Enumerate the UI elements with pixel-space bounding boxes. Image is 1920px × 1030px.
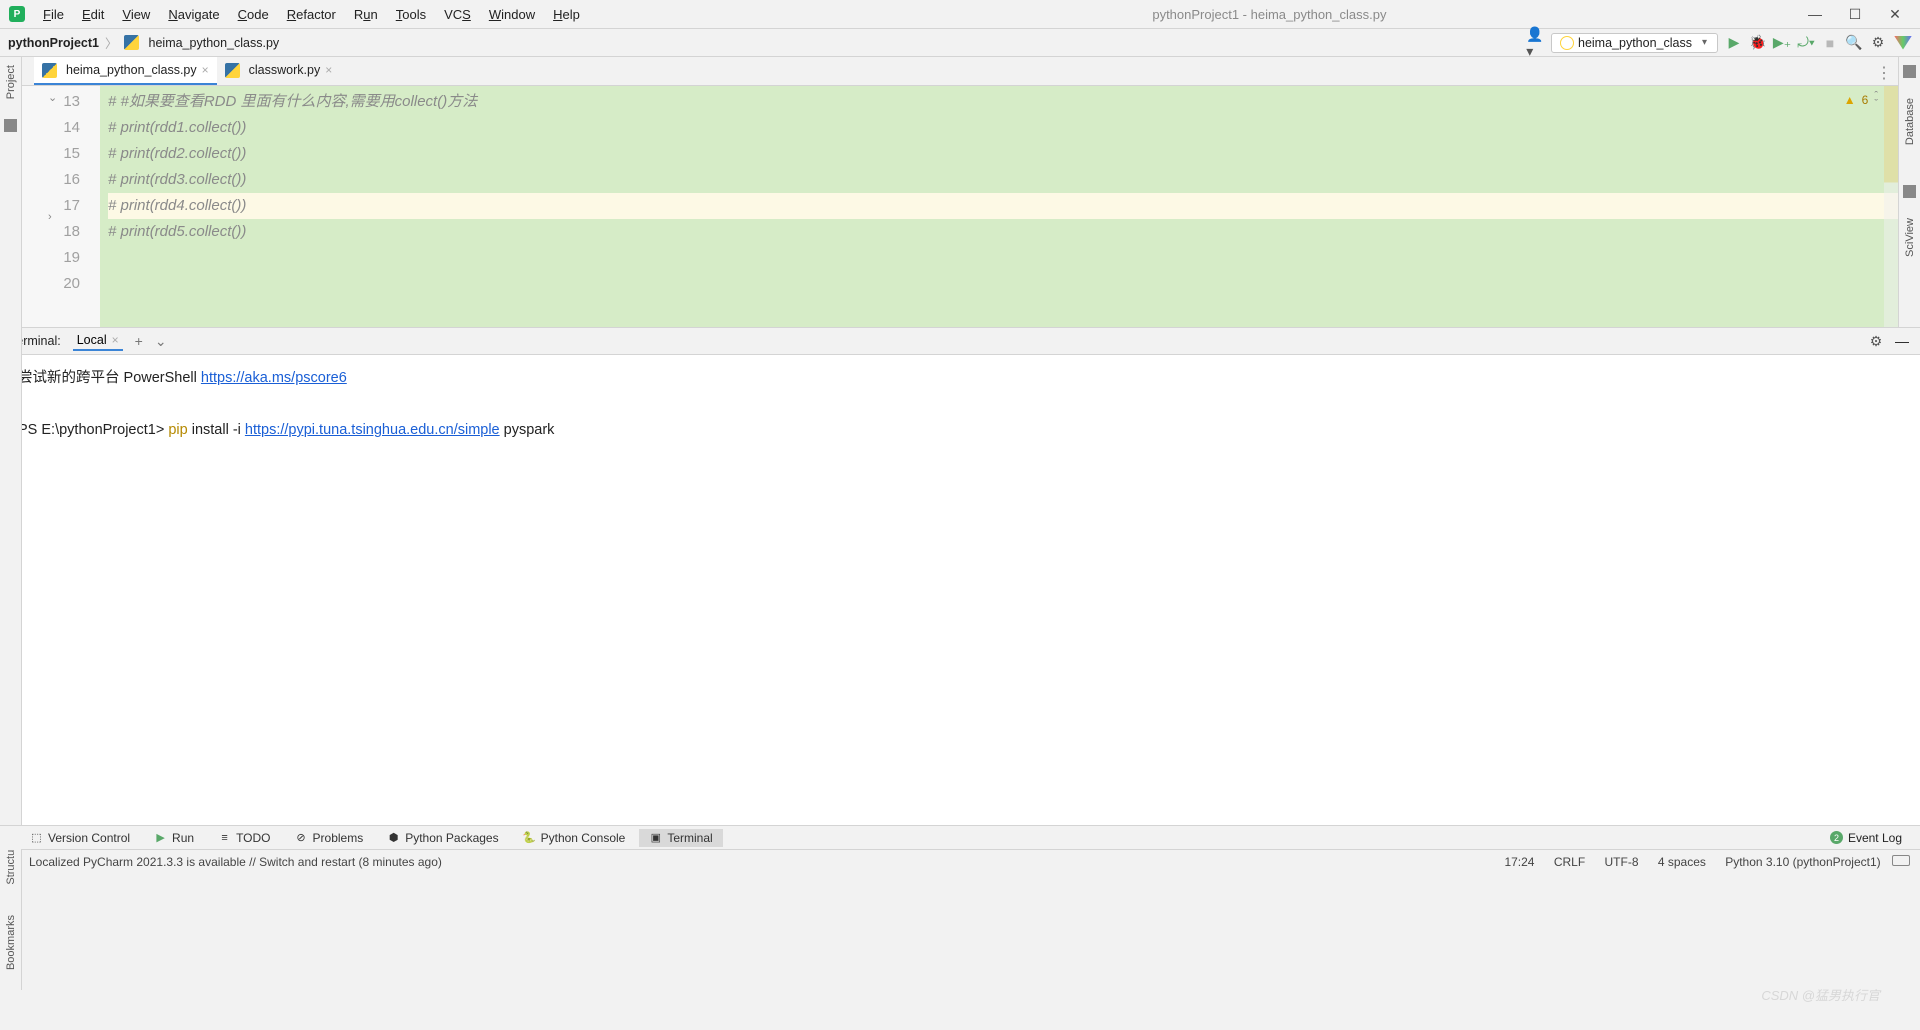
terminal-settings-icon[interactable]: ⚙ <box>1868 333 1884 349</box>
readonly-lock-icon[interactable] <box>1892 855 1910 866</box>
breadcrumb-separator: 〉 <box>105 33 118 52</box>
sciview-tool-tab[interactable]: SciView <box>1904 218 1916 257</box>
menu-file[interactable]: File <box>34 7 73 22</box>
status-interpreter[interactable]: Python 3.10 (pythonProject1) <box>1717 855 1888 869</box>
code-line[interactable]: # print(rdd3.collect()) <box>108 167 1898 193</box>
status-indent[interactable]: 4 spaces <box>1650 855 1714 869</box>
code-line[interactable] <box>108 271 1898 297</box>
terminal-dropdown-icon[interactable]: ⌄ <box>155 333 167 350</box>
tab-event-log[interactable]: 2Event Log <box>1830 831 1902 845</box>
code-line[interactable]: # print(rdd4.collect()) <box>108 193 1898 219</box>
menu-view[interactable]: View <box>113 7 159 22</box>
prev-highlight-icon[interactable]: ˇ <box>1874 100 1878 108</box>
code-editor[interactable]: ⌄ › 1314 1516 1718 1920 # #如果要查看RDD 里面有什… <box>22 86 1898 327</box>
profile-button[interactable]: ⤾▾ <box>1798 35 1814 51</box>
editor-scrollbar[interactable] <box>1884 86 1898 327</box>
close-button[interactable]: ✕ <box>1888 6 1902 23</box>
terminal-output[interactable]: 尝试新的跨平台 PowerShell https://aka.ms/pscore… <box>0 355 1920 825</box>
console-icon: 🐍 <box>523 831 536 844</box>
tab-problems[interactable]: ⊘Problems <box>285 829 374 847</box>
play-icon: ▶ <box>154 831 167 844</box>
new-terminal-icon[interactable]: + <box>135 333 143 349</box>
code-line[interactable] <box>108 245 1898 271</box>
code-line[interactable]: # print(rdd2.collect()) <box>108 141 1898 167</box>
breadcrumb-file[interactable]: heima_python_class.py <box>149 36 280 50</box>
warning-icon: ▲ <box>1844 93 1856 107</box>
fold-chevron-icon[interactable]: › <box>48 211 52 223</box>
pypi-mirror-link[interactable]: https://pypi.tuna.tsinghua.edu.cn/simple <box>245 422 500 438</box>
terminal-icon: ▣ <box>649 831 662 844</box>
close-icon[interactable]: × <box>112 333 119 347</box>
tab-heima[interactable]: heima_python_class.py × <box>34 57 217 85</box>
tab-close-icon[interactable]: × <box>325 63 332 77</box>
watermark: CSDN @猛男执行官 <box>1761 985 1880 1004</box>
status-encoding[interactable]: UTF-8 <box>1597 855 1647 869</box>
packages-icon: ⬢ <box>387 831 400 844</box>
ide-services-icon[interactable] <box>1894 36 1912 50</box>
window-title: pythonProject1 - heima_python_class.py <box>589 7 1790 22</box>
menu-code[interactable]: Code <box>229 7 278 22</box>
breadcrumb-project[interactable]: pythonProject1 <box>8 36 99 50</box>
code-line[interactable]: # print(rdd5.collect()) <box>108 219 1898 245</box>
coverage-button[interactable]: ▶₊ <box>1774 35 1790 51</box>
app-icon: P <box>9 6 25 22</box>
stop-button[interactable]: ■ <box>1822 35 1838 51</box>
terminal-tab-local[interactable]: Local× <box>73 331 123 351</box>
run-config-name: heima_python_class <box>1578 36 1692 50</box>
todo-icon: ≡ <box>218 831 231 844</box>
python-file-icon <box>42 63 57 78</box>
maximize-button[interactable]: ☐ <box>1848 6 1862 23</box>
tab-version-control[interactable]: ⬚Version Control <box>20 829 140 847</box>
menu-navigate[interactable]: Navigate <box>159 7 228 22</box>
menu-edit[interactable]: Edit <box>73 7 113 22</box>
menu-help[interactable]: Help <box>544 7 589 22</box>
line-gutter: 1314 1516 1718 1920 <box>22 86 100 327</box>
python-file-icon <box>124 35 139 50</box>
python-file-icon <box>225 63 240 78</box>
status-eol[interactable]: CRLF <box>1546 855 1593 869</box>
bookmarks-tool-tab[interactable]: Bookmarks <box>5 915 17 970</box>
run-button[interactable]: ▶ <box>1726 35 1742 51</box>
terminal-hide-icon[interactable]: — <box>1894 333 1910 349</box>
menu-refactor[interactable]: Refactor <box>278 7 345 22</box>
menu-tools[interactable]: Tools <box>387 7 435 22</box>
code-line[interactable]: # print(rdd1.collect()) <box>108 115 1898 141</box>
debug-button[interactable]: 🐞 <box>1750 35 1766 51</box>
tab-python-console[interactable]: 🐍Python Console <box>513 829 636 847</box>
minimize-button[interactable]: — <box>1808 6 1822 23</box>
fold-chevron-icon[interactable]: ⌄ <box>48 91 57 104</box>
tab-run[interactable]: ▶Run <box>144 829 204 847</box>
project-tool-tab[interactable]: Project <box>5 65 17 99</box>
tab-classwork[interactable]: classwork.py × <box>217 57 341 85</box>
database-tool-icon[interactable] <box>1903 65 1916 78</box>
database-tool-tab[interactable]: Database <box>1904 98 1916 145</box>
sciview-tool-icon[interactable] <box>1903 185 1916 198</box>
settings-icon[interactable]: ⚙ <box>1870 35 1886 51</box>
tab-todo[interactable]: ≡TODO <box>208 829 280 847</box>
code-with-me-icon[interactable]: 👤▾ <box>1527 35 1543 51</box>
menu-vcs[interactable]: VCS <box>435 7 480 22</box>
menu-window[interactable]: Window <box>480 7 544 22</box>
project-tool-icon[interactable] <box>4 119 17 132</box>
status-time: 17:24 <box>1496 855 1542 869</box>
menu-run[interactable]: Run <box>345 7 387 22</box>
search-everywhere-icon[interactable]: 🔍 <box>1846 35 1862 51</box>
code-line[interactable]: # #如果要查看RDD 里面有什么内容,需要用collect()方法 <box>108 89 1898 115</box>
run-configuration-selector[interactable]: heima_python_class <box>1551 33 1718 53</box>
pscore-link[interactable]: https://aka.ms/pscore6 <box>201 370 347 386</box>
event-badge-icon: 2 <box>1830 831 1843 844</box>
tabs-more-icon[interactable]: ⋮ <box>1876 63 1892 83</box>
tab-terminal[interactable]: ▣Terminal <box>639 829 722 847</box>
tab-close-icon[interactable]: × <box>202 63 209 77</box>
tab-python-packages[interactable]: ⬢Python Packages <box>377 829 508 847</box>
problems-icon: ⊘ <box>295 831 308 844</box>
inspection-widget[interactable]: ▲ 6 ˆˇ <box>1844 92 1878 108</box>
vcs-icon: ⬚ <box>30 831 43 844</box>
status-message[interactable]: Localized PyCharm 2021.3.3 is available … <box>29 855 442 869</box>
